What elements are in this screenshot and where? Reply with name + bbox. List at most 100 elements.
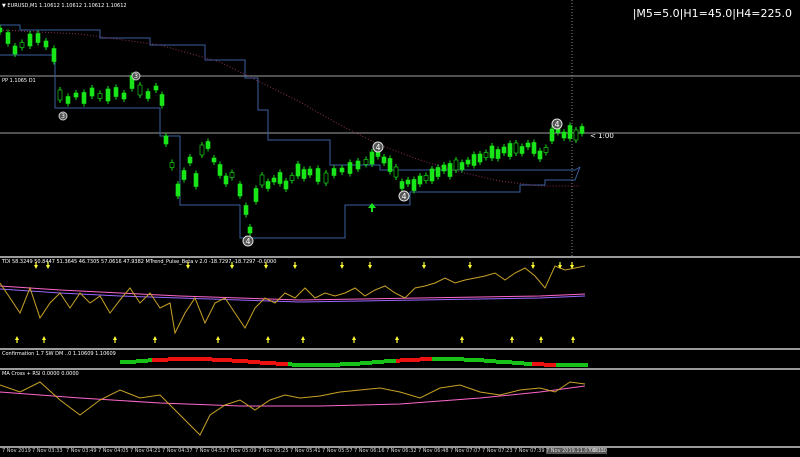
confirmation-bar [204,357,208,361]
candle-body [525,142,531,148]
candle-body [381,156,387,164]
confirmation-bar [368,361,372,365]
time-axis-tick: 7 Nov 04:21 [130,448,161,454]
confirmation-bar [420,357,424,361]
confirmation-bar [412,358,416,362]
candle-body [163,135,169,145]
price-chart-pane[interactable]: ▼ EURUSD,M1 1.10612 1.10612 1.10612 1.10… [0,0,800,256]
tdi-chart-svg [0,262,586,343]
time-axis-tick: 7 Nov 04:53 [195,448,226,454]
candle-body [363,159,369,165]
confirmation-bar [256,360,260,364]
confirmation-bar [308,363,312,367]
swing-marker: 4 [242,235,254,247]
confirmation-bar [392,359,396,363]
buy-arrow-icon [539,336,543,343]
confirmation-bar [444,357,448,361]
confirmation-bar [464,358,468,362]
confirmation-bar [144,359,148,363]
candle-body [477,153,483,163]
candle-body [295,163,301,177]
confirmation-bar [468,358,472,362]
price-chart-svg: 3 3 4 4 4 4 [0,0,800,256]
confirmation-bar [576,363,580,367]
swing-marker: 3 [131,71,141,81]
candle-body [57,89,63,101]
confirmation-bar [364,361,368,365]
confirmation-bar [296,363,300,367]
buy-arrow-icon [460,336,464,343]
confirmation-bar [236,359,240,363]
candle-body [145,91,151,99]
swing-marker: 3 [58,111,68,121]
confirmation-bar [400,358,404,362]
candle-body [253,188,259,202]
confirmation-bar [260,361,264,365]
candle-body [405,179,411,185]
candle-body [447,163,453,177]
time-axis-tick: 7 Nov 06:16 [354,448,385,454]
confirmation-bar [228,358,232,362]
confirmation-bar [504,360,508,364]
candle-body [453,159,459,171]
time-axis-tick: 7 Nov 07:07 [450,448,481,454]
macross-indicator-pane[interactable]: MA Cross + RSI 0.0000 0.0000 [0,370,800,447]
confirmation-bar [388,359,392,363]
candle-body [323,172,329,184]
svg-text:4: 4 [375,143,380,152]
confirmation-bar [428,357,432,361]
confirmation-bar [352,362,356,366]
time-axis: 7 Nov 2019 7 Nov 03:33 7 Nov 03:49 7 Nov… [0,447,800,457]
candle-body [175,183,181,197]
candle-body [277,172,283,184]
candle-body [43,40,49,48]
confirmation-bar [280,362,284,366]
buy-arrow-icon [395,336,399,343]
sell-arrow-icon [230,262,234,269]
buy-arrow-icon [266,336,270,343]
confirmation-bar [120,360,124,364]
confirmation-bar [572,363,576,367]
confirmation-bar [136,359,140,363]
confirmation-bar [452,357,456,361]
svg-text:4: 4 [245,237,250,246]
candle-body [65,96,71,104]
confirmation-bars [120,357,588,367]
candle-body [259,174,265,186]
time-axis-tick: 7 Nov 05:25 [258,448,289,454]
candle-body [435,167,441,177]
candle-body [347,162,353,174]
time-axis-tick: 7 Nov 04:05 [98,448,129,454]
buy-arrow-icon [301,336,305,343]
confirmation-bar [124,360,128,364]
sell-arrow-icon [422,262,426,269]
candle-body [399,181,405,189]
candle-body [205,141,211,149]
buy-arrow-icon [15,336,19,343]
candle-body [501,146,507,154]
confirmation-bar [536,362,540,366]
time-axis-tick: 7 Nov 05:09 [226,448,257,454]
candle-body [137,84,143,96]
candle-body [483,152,489,158]
confirmation-bar [488,359,492,363]
confirmation-bar [512,361,516,365]
candle-body [73,92,79,98]
confirmation-indicator-pane[interactable]: Confirmation 1.7 SW DM ..0 1.10609 1.106… [0,350,800,368]
confirmation-bar [304,363,308,367]
confirmation-bar [528,362,532,366]
candle-body [331,168,337,176]
confirmation-bar [524,362,528,366]
confirmation-chart-svg [120,357,588,367]
confirmation-bar [440,357,444,361]
confirmation-bar [404,358,408,362]
svg-text:4: 4 [401,192,406,201]
confirmation-bar [480,358,484,362]
buy-arrow-icon [42,336,46,343]
sell-arrow-icon [186,262,190,269]
tdi-indicator-pane[interactable]: TDI 58.3249 50.8447 51.3645 46.7305 57.0… [0,258,800,348]
candle-body [567,125,573,139]
candle-body [81,92,87,104]
svg-text:4: 4 [554,120,559,129]
candle-body [169,162,175,168]
